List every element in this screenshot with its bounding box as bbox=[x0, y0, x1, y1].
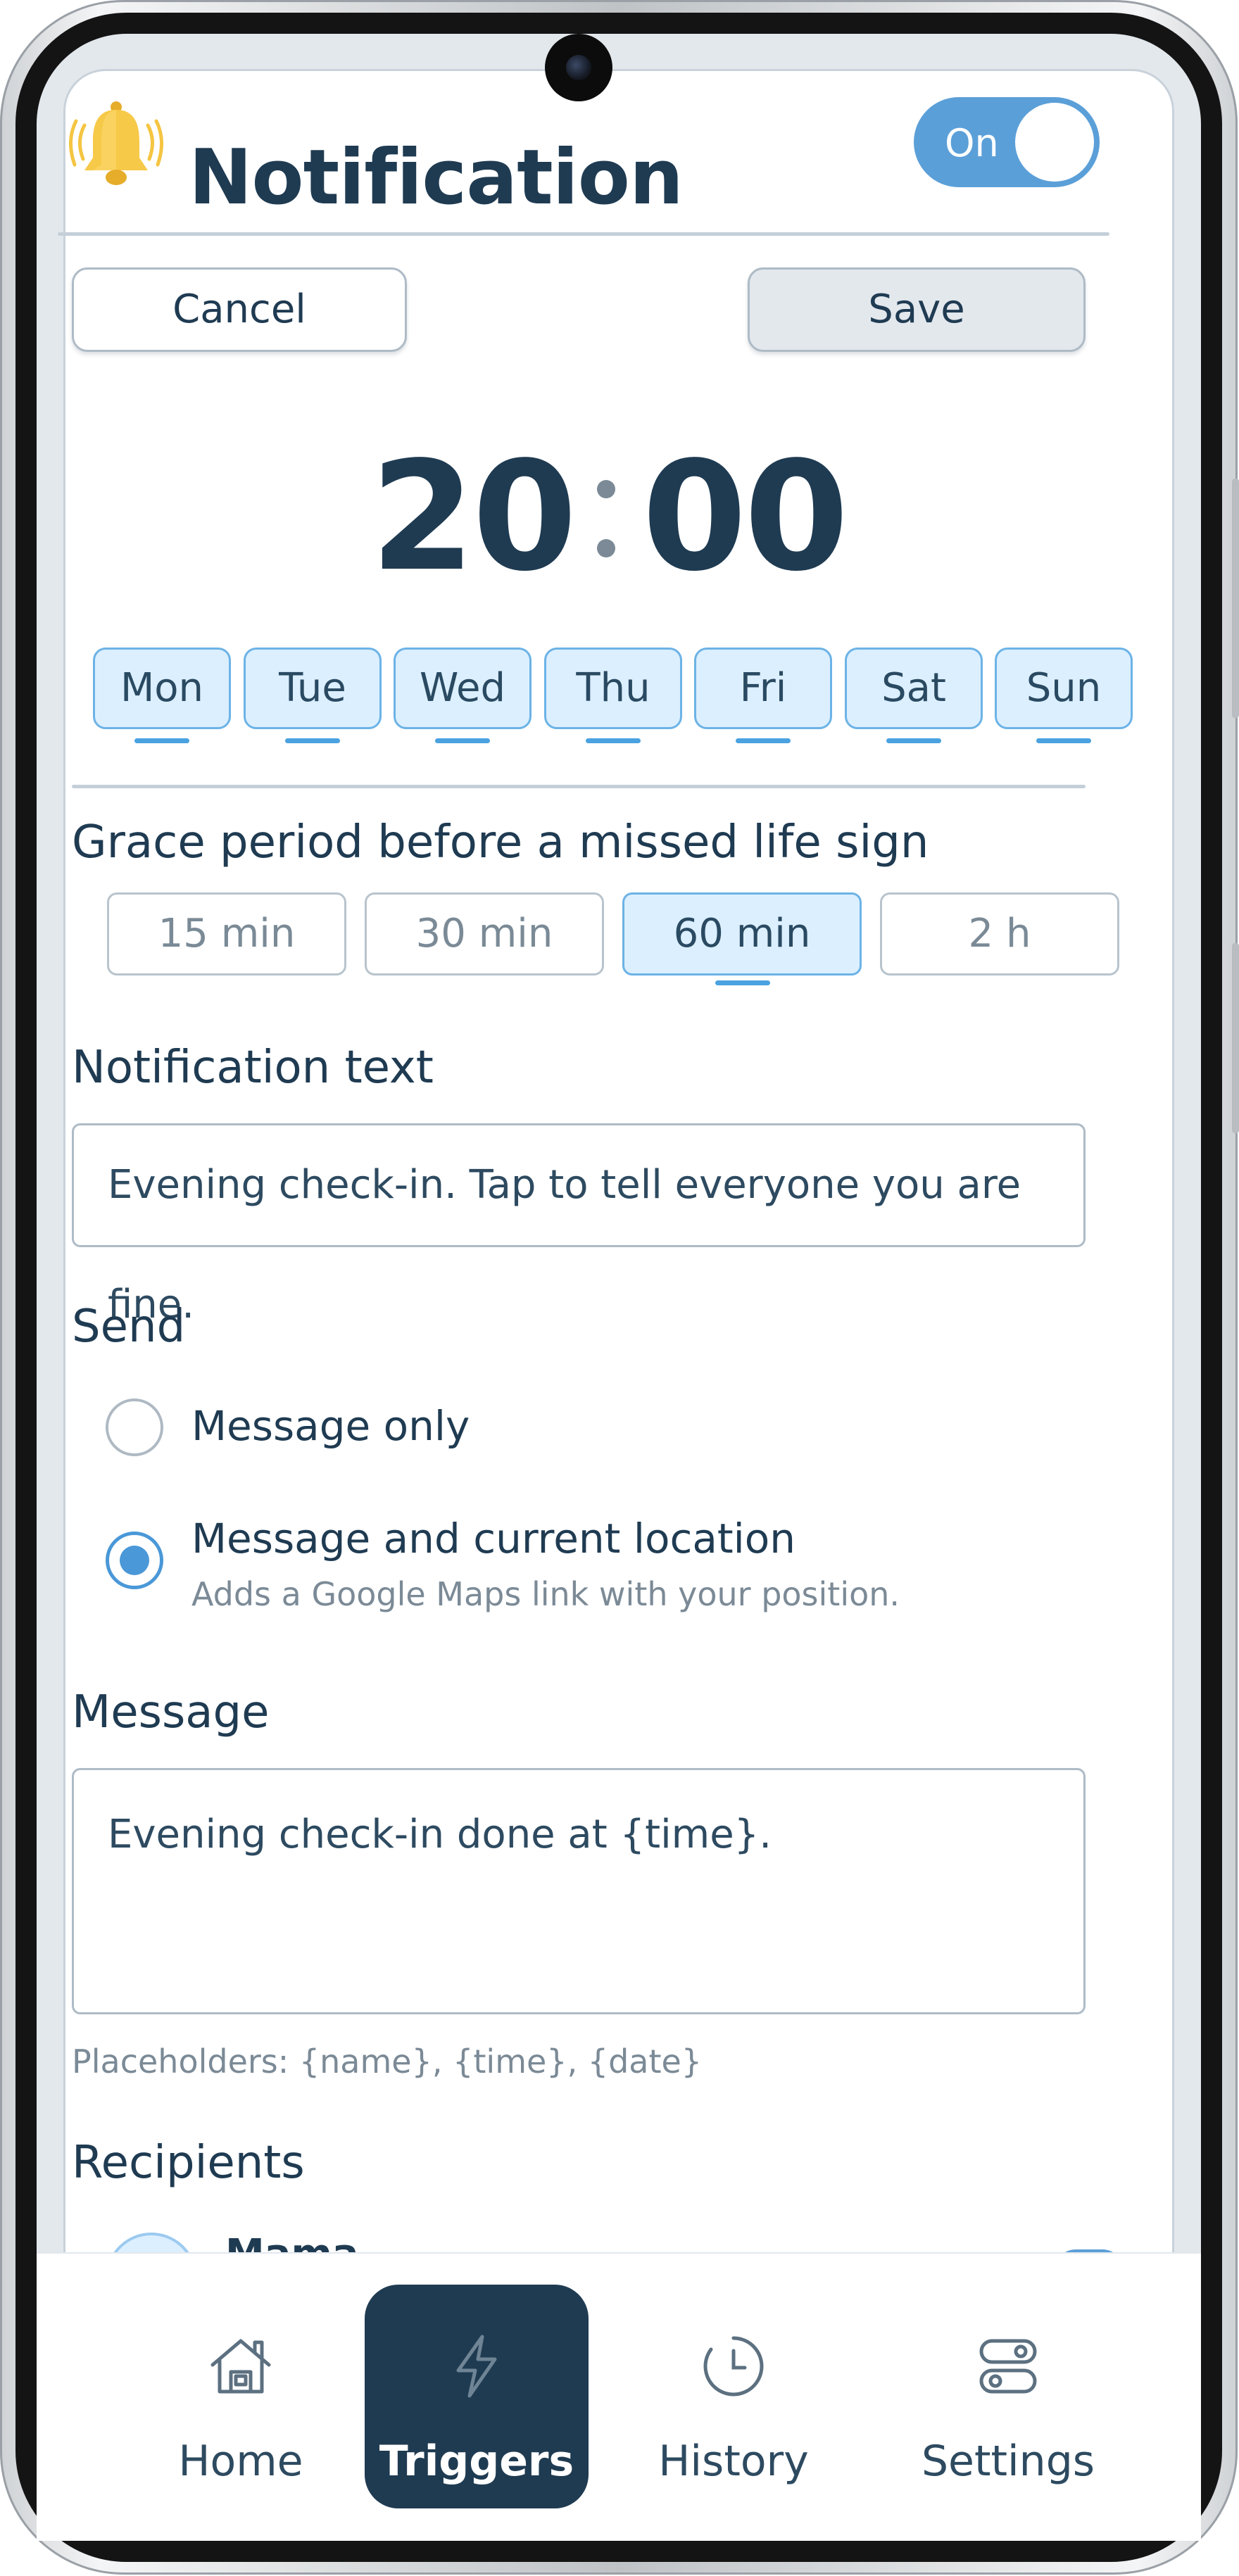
send-label: Send bbox=[72, 1301, 186, 1353]
day-chip-sun[interactable]: Sun bbox=[995, 648, 1133, 729]
page-title: Notification bbox=[189, 134, 684, 222]
bottom-nav: Home Triggers History Settings bbox=[37, 2252, 1201, 2541]
grace-selected-indicator bbox=[715, 980, 770, 985]
day-selected-indicator bbox=[134, 738, 189, 743]
radio-label-message-only[interactable]: Message only bbox=[191, 1402, 470, 1450]
notification-toggle[interactable]: On bbox=[914, 97, 1100, 187]
time-hours[interactable]: 20 bbox=[370, 429, 577, 605]
message-label: Message bbox=[72, 1686, 270, 1738]
day-selected-indicator bbox=[1036, 738, 1091, 743]
nav-label: Settings bbox=[921, 2437, 1095, 2486]
grace-option-15min[interactable]: 15 min bbox=[107, 892, 346, 976]
day-chip-mon[interactable]: Mon bbox=[93, 648, 231, 729]
day-selected-indicator bbox=[435, 738, 490, 743]
notification-text-field[interactable]: Evening check-in. Tap to tell everyone y… bbox=[72, 1123, 1086, 1327]
nav-item-settings[interactable]: Settings bbox=[874, 2254, 1142, 2542]
nav-item-triggers[interactable]: Triggers bbox=[365, 2254, 589, 2542]
nav-label: Home bbox=[178, 2437, 303, 2486]
settings-toggles-icon bbox=[979, 2339, 1037, 2394]
day-chip-wed[interactable]: Wed bbox=[394, 648, 532, 729]
grace-option-30min[interactable]: 30 min bbox=[365, 892, 604, 976]
nav-label: History bbox=[658, 2437, 809, 2486]
day-chip-thu[interactable]: Thu bbox=[544, 648, 682, 729]
nav-item-home[interactable]: Home bbox=[107, 2254, 375, 2542]
day-selected-indicator bbox=[586, 738, 641, 743]
grace-option-60min[interactable]: 60 min bbox=[622, 892, 862, 976]
grace-option-2h[interactable]: 2 h bbox=[880, 892, 1119, 976]
nav-item-history[interactable]: History bbox=[600, 2254, 867, 2542]
radio-message-only[interactable] bbox=[106, 1399, 163, 1456]
recipients-label: Recipients bbox=[72, 2137, 305, 2189]
save-button[interactable]: Save bbox=[748, 267, 1086, 352]
side-button bbox=[1232, 479, 1239, 718]
day-selected-indicator bbox=[285, 738, 340, 743]
cancel-button[interactable]: Cancel bbox=[72, 267, 407, 352]
bell-icon bbox=[69, 101, 163, 185]
clock-icon bbox=[703, 2336, 764, 2397]
notification-text-label: Notification text bbox=[72, 1042, 434, 1094]
toggle-knob bbox=[1015, 103, 1094, 182]
nav-label: Triggers bbox=[379, 2437, 574, 2486]
day-chip-tue[interactable]: Tue bbox=[244, 648, 382, 729]
day-chip-fri[interactable]: Fri bbox=[694, 648, 832, 729]
header-divider bbox=[58, 232, 1109, 236]
lightning-icon bbox=[456, 2335, 497, 2398]
grace-period-label: Grace period before a missed life sign bbox=[72, 816, 929, 869]
message-field[interactable]: Evening check-in done at {time}. bbox=[72, 1768, 1086, 2014]
section-divider bbox=[72, 785, 1086, 788]
front-camera bbox=[545, 34, 612, 101]
day-selected-indicator bbox=[736, 738, 791, 743]
radio-message-and-location[interactable] bbox=[106, 1532, 163, 1589]
day-selected-indicator bbox=[886, 738, 941, 743]
toggle-label: On bbox=[945, 121, 999, 165]
radio-description: Adds a Google Maps link with your positi… bbox=[191, 1575, 900, 1613]
radio-label-message-and-location[interactable]: Message and current location bbox=[191, 1515, 795, 1562]
day-chip-sat[interactable]: Sat bbox=[845, 648, 983, 729]
placeholders-hint: Placeholders: {name}, {time}, {date} bbox=[72, 2043, 703, 2081]
time-separator bbox=[597, 446, 615, 559]
side-button bbox=[1232, 943, 1239, 1133]
home-icon bbox=[210, 2339, 271, 2394]
time-minutes[interactable]: 00 bbox=[642, 429, 849, 605]
